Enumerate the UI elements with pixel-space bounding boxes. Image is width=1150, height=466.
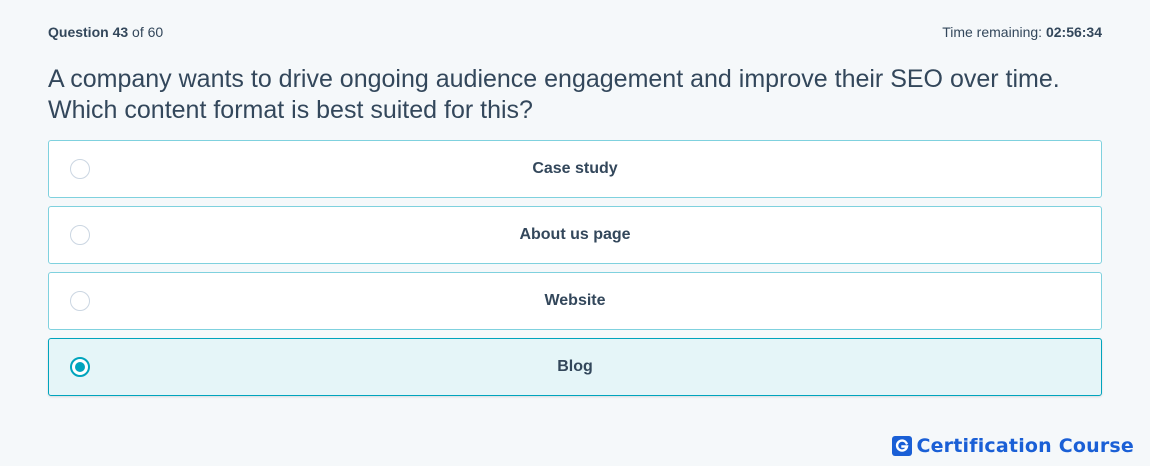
brand-logo: Certification Course (892, 435, 1134, 457)
question-counter: Question 43 of 60 (48, 24, 163, 40)
option-label: Case study (532, 160, 618, 177)
g-logo-icon (892, 436, 913, 456)
answer-options: Case study About us page Website Blog (48, 140, 1102, 404)
question-number: 43 (112, 24, 129, 40)
brand-text: Certification Course (916, 435, 1134, 457)
radio-button[interactable] (70, 159, 90, 179)
answer-option-website[interactable]: Website (48, 272, 1102, 330)
option-label: Website (544, 292, 606, 309)
question-total: 60 (147, 24, 164, 40)
answer-option-about-us-page[interactable]: About us page (48, 206, 1102, 264)
quiz-header: Question 43 of 60 Time remaining: 02:56:… (48, 24, 1102, 40)
of-word: of (132, 24, 144, 40)
timer: Time remaining: 02:56:34 (942, 24, 1102, 40)
option-label: About us page (519, 226, 631, 243)
radio-button[interactable] (70, 357, 90, 377)
radio-button[interactable] (70, 225, 90, 245)
question-word: Question (48, 24, 109, 40)
time-label: Time remaining: (942, 24, 1043, 40)
time-value: 02:56:34 (1045, 24, 1102, 40)
answer-option-case-study[interactable]: Case study (48, 140, 1102, 198)
radio-button[interactable] (70, 291, 90, 311)
question-text: A company wants to drive ongoing audienc… (48, 65, 1060, 124)
answer-option-blog[interactable]: Blog (48, 338, 1102, 396)
option-label: Blog (557, 358, 593, 375)
